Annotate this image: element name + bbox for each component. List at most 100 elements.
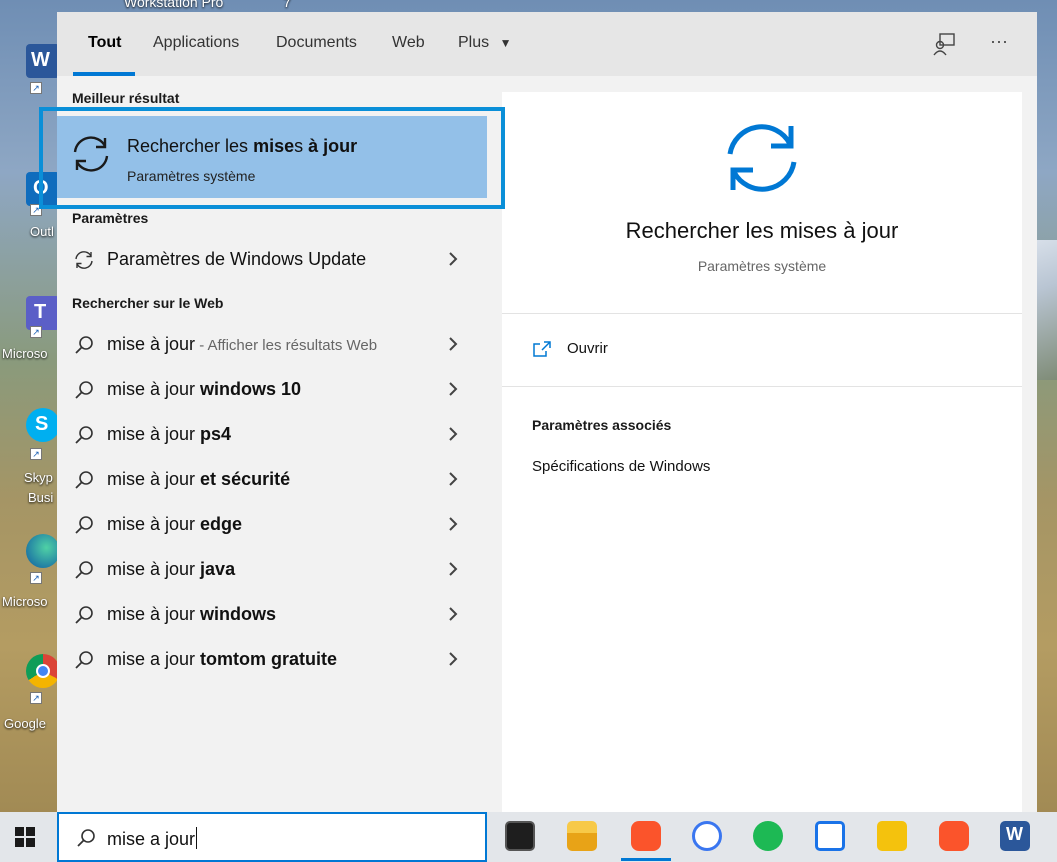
active-app-indicator — [621, 858, 671, 861]
search-icon — [75, 516, 93, 534]
tab-plus-label: Plus — [458, 34, 490, 51]
brave-browser-icon[interactable] — [631, 821, 661, 851]
suggestion-bold-term: et sécurité — [200, 469, 291, 489]
web-suggestion-item[interactable]: mise a jour tomtom gratuite — [57, 638, 487, 682]
chevron-right-icon — [449, 472, 458, 486]
taskbar: mise a jour W — [0, 812, 1057, 862]
signal-icon[interactable] — [692, 821, 722, 851]
web-suggestion-item[interactable]: mise à jour et sécurité — [57, 458, 487, 502]
suggestion-term: mise à jour — [107, 424, 201, 444]
spotify-icon[interactable] — [753, 821, 783, 851]
best-title-bold: à jour — [308, 136, 358, 156]
preview-subtitle: Paramètres système — [697, 258, 827, 274]
app-icon[interactable] — [815, 821, 845, 851]
desktop-label-skype: Skyp — [24, 470, 53, 485]
shortcut-arrow-icon: ↗ — [30, 82, 42, 94]
tab-tout[interactable]: Tout — [88, 34, 121, 52]
outlook-letter: O — [33, 177, 49, 199]
best-match-result[interactable]: Rechercher les mises à jour Paramètres s… — [57, 116, 487, 198]
edge-desktop-icon[interactable] — [26, 534, 60, 568]
outlook-desktop-icon[interactable]: O — [26, 172, 60, 206]
chevron-right-icon — [449, 652, 458, 666]
preview-pane: Rechercher les mises à jour Paramètres s… — [502, 92, 1022, 812]
suggestion-bold-term: ps4 — [200, 424, 232, 444]
desktop-top-label: Workstation Pro 7 — [124, 0, 291, 10]
web-suggestion-text: mise à jour ps4 — [107, 424, 231, 445]
suggestion-term: mise à jour — [107, 559, 201, 579]
web-suggestion-item[interactable]: mise à jour windows — [57, 593, 487, 637]
suggestion-bold-term: java — [200, 559, 236, 579]
search-icon — [75, 426, 93, 444]
search-icon — [75, 606, 93, 624]
shortcut-arrow-icon: ↗ — [30, 572, 42, 584]
windows-update-label: Paramètres de Windows Update — [107, 249, 367, 269]
web-suggestion-item[interactable]: mise à jour edge — [57, 503, 487, 547]
text-caret — [196, 827, 198, 849]
open-action[interactable]: Ouvrir — [502, 314, 1022, 384]
word-icon[interactable]: W — [1000, 821, 1030, 851]
search-input[interactable]: mise a jour — [57, 812, 487, 862]
best-match-subtitle: Paramètres système — [127, 168, 256, 184]
open-icon — [533, 341, 551, 357]
chevron-down-icon: ▼ — [499, 36, 512, 50]
chevron-right-icon — [449, 562, 458, 576]
stethoscope-icon[interactable] — [877, 821, 907, 851]
sync-icon — [727, 124, 797, 192]
brave-browser-icon[interactable] — [939, 821, 969, 851]
desktop-label-edge: Microso — [2, 594, 48, 609]
file-explorer-icon[interactable] — [567, 821, 597, 851]
desktop-label-outlook: Outl — [30, 224, 54, 239]
suggestion-term: mise à jour — [107, 604, 201, 624]
teams-desktop-icon[interactable]: T — [26, 296, 60, 330]
web-suggestion-item[interactable]: mise à jour java — [57, 548, 487, 592]
chrome-desktop-icon[interactable] — [26, 654, 60, 688]
suggestion-bold-term: windows 10 — [200, 379, 302, 399]
settings-heading: Paramètres — [72, 210, 149, 226]
tab-plus[interactable]: Plus ▼ — [458, 34, 511, 52]
desktop-label-workstation: Workstation Pro — [124, 0, 224, 10]
web-suggestion-text: mise à jour windows — [107, 604, 276, 625]
best-title-bold: mise — [253, 136, 295, 156]
suggestion-term: mise à jour — [107, 379, 201, 399]
chevron-right-icon — [449, 337, 458, 351]
web-suggestion-item[interactable]: mise à jour ps4 — [57, 413, 487, 457]
suggestion-term: mise à jour — [107, 334, 196, 354]
web-search-heading: Rechercher sur le Web — [72, 295, 224, 311]
skype-letter: S — [35, 413, 49, 435]
open-label: Ouvrir — [567, 340, 608, 357]
divider — [502, 386, 1022, 387]
teams-letter: T — [34, 301, 47, 323]
desktop-label-number: 7 — [283, 0, 292, 10]
chevron-right-icon — [449, 517, 458, 531]
web-suggestion-item[interactable]: mise à jour - Afficher les résultats Web — [57, 323, 487, 367]
shortcut-arrow-icon: ↗ — [30, 204, 42, 216]
terminal-icon[interactable] — [505, 821, 535, 851]
desktop-label-chrome: Google — [4, 716, 46, 731]
windows-start-icon[interactable] — [14, 826, 36, 848]
shortcut-arrow-icon: ↗ — [30, 448, 42, 460]
skype-desktop-icon[interactable]: S — [26, 408, 60, 442]
desktop-label-business: Busi — [28, 490, 54, 505]
windows-update-settings-item[interactable]: Paramètres de Windows Update — [57, 238, 487, 282]
tab-documents[interactable]: Documents — [276, 34, 357, 52]
preview-title: Rechercher les mises à jour — [625, 218, 899, 243]
search-icon — [77, 829, 95, 847]
web-suggestion-item[interactable]: mise à jour windows 10 — [57, 368, 487, 412]
search-panel: Tout Applications Documents Web Plus ▼ ·… — [57, 12, 1037, 812]
search-icon — [75, 471, 93, 489]
word-desktop-icon[interactable]: W — [26, 44, 60, 78]
more-options-icon[interactable]: ··· — [985, 30, 1013, 58]
windows-specs-link[interactable]: Spécifications de Windows — [532, 458, 710, 475]
related-settings-heading: Paramètres associés — [532, 417, 672, 433]
web-suggestion-text: mise à jour java — [107, 559, 235, 580]
search-icon — [75, 381, 93, 399]
suggestion-term: mise à jour — [107, 469, 201, 489]
feedback-icon[interactable] — [931, 30, 959, 58]
search-icon — [75, 561, 93, 579]
tab-applications[interactable]: Applications — [153, 34, 239, 52]
tab-web[interactable]: Web — [392, 34, 425, 52]
word-letter: W — [31, 49, 50, 71]
best-match-title: Rechercher les mises à jour — [127, 136, 357, 157]
web-suggestion-text: mise à jour edge — [107, 514, 242, 535]
search-icon — [75, 336, 93, 354]
